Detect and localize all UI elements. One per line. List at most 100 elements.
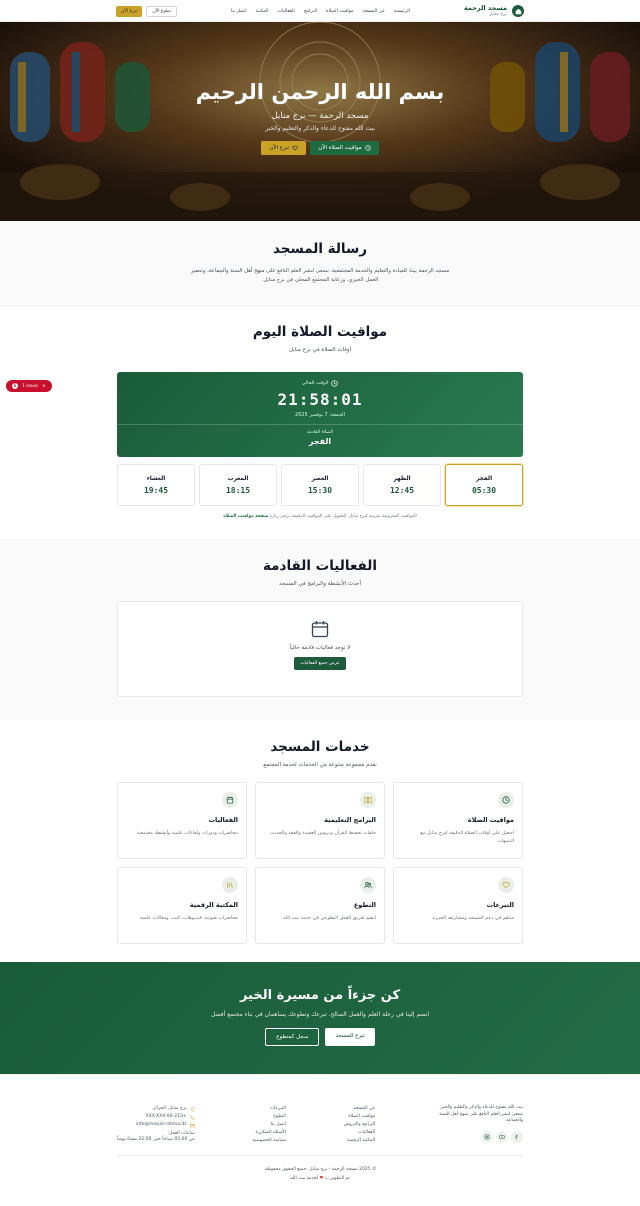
facebook-icon [515, 1134, 518, 1139]
prayer-times-button-label: مواقيت الصلاة الآن [318, 145, 362, 151]
next-prayer-label: الصلاة القادمة [306, 430, 334, 435]
service-title: مواقيت الصلاة [467, 816, 514, 824]
all-events-button[interactable]: عرض جميع الفعاليات [294, 657, 346, 670]
developer-credit: تم التطوير ب ❤ لخدمة بيت الله [117, 1174, 523, 1183]
footer-link[interactable]: سياسة الخصوصية [252, 1137, 285, 1145]
service-title: البرامج التعليمية [324, 816, 376, 824]
hero-title: بسم الله الرحمن الرحيم [195, 80, 445, 104]
donate-button[interactable]: تبرع الآن [116, 5, 143, 17]
brand-subtitle: برج منايل [489, 11, 507, 17]
prayer-page-link[interactable]: صفحة مواقيت الصلاة [223, 514, 268, 519]
volunteer-button[interactable]: تطوع الآن [146, 5, 177, 17]
events-section: الفعاليات القادمة أحدث الأنشطة والبرامج … [0, 538, 640, 719]
prayer-time: 15:30 [307, 485, 333, 495]
instagram-link[interactable] [481, 1130, 493, 1143]
calendar-icon [311, 621, 329, 638]
prayer-note-text: المواقيت المعروضة تقريبية لبرج منايل. لل… [269, 514, 417, 519]
facebook-link[interactable] [511, 1130, 523, 1143]
service-card-library[interactable]: المكتبة الرقمية محاضرات صوتية، فيديوهات،… [117, 867, 247, 944]
current-time-panel: الوقت الحالي 21:58:01 الجمعة، 7 نوفمبر 2… [117, 372, 523, 457]
prayer-title: مواقيت الصلاة اليوم [252, 324, 388, 340]
cta-donate-button[interactable]: تبرع للمسجد [325, 1028, 375, 1046]
calendar-icon [226, 796, 234, 804]
prayer-name: المغرب [227, 475, 249, 482]
footer-link[interactable]: البرامج والدروس [344, 1121, 375, 1129]
footer-link[interactable]: المكتبة الرقمية [344, 1137, 375, 1145]
close-icon[interactable]: × [42, 384, 46, 389]
cta-volunteer-button[interactable]: سجل كمتطوع [265, 1028, 320, 1046]
mosque-logo-icon [512, 5, 524, 17]
footer-address: برج منايل، الجزائر [152, 1106, 187, 1111]
service-card-volunteer[interactable]: التطوع انضم لفريق العمل التطوعي في خدمة … [255, 867, 385, 944]
youtube-icon [499, 1134, 505, 1139]
footer-phone[interactable]: +213-XXX-XXX-XX [146, 1113, 187, 1121]
dev-prefix: تم التطوير ب [324, 1176, 350, 1181]
service-desc: احصل على أوقات الصلاة الدقيقة لبرج منايل… [420, 831, 514, 844]
footer-links-2: التبرعات التطوع اتصل بنا الأسئلة المتكرر… [252, 1105, 285, 1145]
hero-section: بسم الله الرحمن الرحيم مسجد الرحمة — برج… [0, 22, 640, 221]
issue-label: 1 Issue [22, 383, 38, 389]
service-title: التطوع [353, 901, 376, 909]
main-nav: الرئيسية عن المسجد مواقيت الصلاة البرامج… [231, 9, 410, 14]
users-icon [364, 882, 372, 888]
prayer-times-button[interactable]: مواقيت الصلاة الآن [310, 141, 379, 155]
service-title: المكتبة الرقمية [189, 901, 238, 909]
current-time-label: الوقت الحالي [301, 381, 329, 386]
hero-tagline: بيت الله مفتوح للدعاء والذكر والتعليم وا… [265, 125, 375, 132]
prayer-name: الفجر [475, 475, 493, 482]
service-desc: محاضرات ودورات ولقاءات علمية وأنشطة مجتم… [136, 831, 238, 836]
footer-link[interactable]: التبرعات [252, 1105, 286, 1113]
service-card-events[interactable]: الفعاليات محاضرات ودورات ولقاءات علمية و… [117, 782, 247, 859]
footer-link[interactable]: الأسئلة المتكررة [252, 1129, 286, 1137]
nav-about[interactable]: عن المسجد [363, 9, 386, 14]
footer-link[interactable]: اتصل بنا [252, 1121, 286, 1129]
prayer-card-maghrib: المغرب 18:15 [199, 464, 277, 506]
footer-link[interactable]: عن المسجد [344, 1105, 375, 1113]
library-icon [227, 882, 233, 888]
prayer-time: 18:15 [225, 485, 251, 495]
nav-programs[interactable]: البرامج [304, 9, 317, 14]
service-desc: محاضرات صوتية، فيديوهات، كتب، ومقالات عل… [139, 916, 238, 921]
clock-icon [364, 145, 371, 151]
footer-link[interactable]: التطوع [252, 1113, 286, 1121]
book-icon [364, 797, 372, 804]
prayer-time: 05:30 [471, 485, 497, 495]
nav-prayer-times[interactable]: مواقيت الصلاة [326, 9, 353, 14]
heart-icon: ❤ [319, 1176, 324, 1181]
footer-link[interactable]: مواقيت الصلاة [344, 1113, 375, 1121]
hero-donate-button[interactable]: تبرع الآن [261, 141, 307, 155]
events-empty-box: لا توجد فعاليات قادمة حالياً عرض جميع ال… [117, 601, 523, 697]
clock-icon [502, 796, 510, 804]
nav-home[interactable]: الرئيسية [394, 9, 410, 14]
nav-contact[interactable]: اتصل بنا [231, 9, 247, 14]
service-desc: حلقات تحفيظ القرآن ودروس العقيدة والفقه … [270, 831, 376, 836]
nav-events[interactable]: الفعاليات [278, 9, 295, 14]
brand-name: مسجد الرحمة [463, 3, 507, 12]
hero-donate-label: تبرع الآن [269, 145, 290, 151]
issue-badge[interactable]: 1 1 Issue × [6, 380, 52, 392]
prayer-times-list: الفجر 05:30 الظهر 12:45 العصر 15:30 المغ… [117, 464, 523, 506]
service-title: التبرعات [486, 901, 514, 909]
next-prayer: الفجر [308, 437, 332, 446]
email-icon [189, 1123, 195, 1127]
footer-email[interactable]: info@masjid-rahma.dz [136, 1121, 187, 1129]
dev-suffix: لخدمة بيت الله [290, 1176, 319, 1181]
events-subtitle: أحدث الأنشطة والبرامج في المسجد [278, 581, 362, 587]
footer-contact: برج منايل، الجزائر +213-XXX-XXX-XX info@… [117, 1105, 195, 1145]
site-footer: بيت الله مفتوح للدعاء والذكر والتعليم وا… [0, 1074, 640, 1206]
service-desc: ساهم في دعم المسجد ومشاريعه الخيرية [432, 916, 514, 921]
services-grid: مواقيت الصلاة احصل على أوقات الصلاة الدق… [117, 782, 523, 944]
service-card-programs[interactable]: البرامج التعليمية حلقات تحفيظ القرآن ودر… [255, 782, 385, 859]
heart-icon [292, 145, 298, 151]
brand[interactable]: مسجد الرحمة برج منايل [463, 3, 524, 18]
footer-link[interactable]: الفعاليات [344, 1129, 375, 1137]
service-card-donations[interactable]: التبرعات ساهم في دعم المسجد ومشاريعه الخ… [393, 867, 523, 944]
service-card-prayer[interactable]: مواقيت الصلاة احصل على أوقات الصلاة الدق… [393, 782, 523, 859]
mission-text: مسجد الرحمة بيتٌ للعبادة والتعليم والخدم… [190, 268, 450, 283]
nav-library[interactable]: المكتبة [255, 9, 268, 14]
youtube-link[interactable] [496, 1130, 508, 1143]
service-desc: انضم لفريق العمل التطوعي في خدمة بيت الل… [283, 916, 376, 921]
mission-title: رسالة المسجد [272, 241, 368, 257]
current-date: الجمعة، 7 نوفمبر 2025 [295, 412, 345, 418]
current-time: 21:58:01 [277, 390, 363, 409]
